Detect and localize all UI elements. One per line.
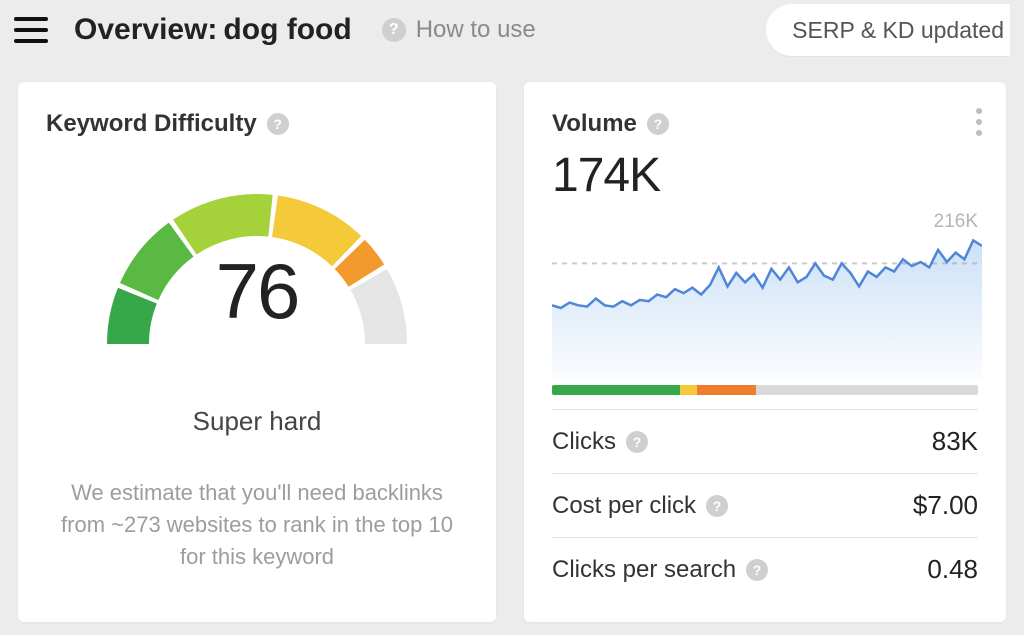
- stat-label: Clicks per search?: [552, 556, 768, 584]
- stat-label: Cost per click?: [552, 492, 728, 520]
- title-prefix: Overview:: [74, 13, 217, 47]
- volume-stats-list: Clicks? 83K Cost per click? $7.00 Clicks per…: [552, 409, 978, 601]
- stat-label: Clicks?: [552, 428, 648, 456]
- page-title: Overview: dog food: [74, 13, 352, 47]
- volume-card: Volume ? 174K 216K Clicks? 83K Cost per cl…: [524, 82, 1006, 622]
- stat-row: Clicks per search? 0.48: [552, 537, 978, 601]
- chart-max-label: 216K: [934, 211, 978, 233]
- help-icon: ?: [382, 18, 406, 42]
- volume-title: Volume ?: [552, 110, 978, 138]
- kd-gauge: 76: [97, 172, 417, 354]
- stat-value: $7.00: [913, 490, 978, 521]
- volume-chart: 216K: [552, 211, 978, 381]
- help-icon[interactable]: ?: [626, 431, 648, 453]
- keyword-difficulty-card: Keyword Difficulty ? 76 Super hard We es…: [18, 82, 496, 622]
- title-keyword: dog food: [223, 13, 351, 47]
- help-icon[interactable]: ?: [647, 113, 669, 135]
- how-to-use-label: How to use: [416, 16, 536, 44]
- menu-button[interactable]: [14, 17, 48, 43]
- volume-value: 174K: [552, 148, 978, 203]
- kd-rating: Super hard: [193, 406, 322, 437]
- stat-row: Clicks? 83K: [552, 409, 978, 473]
- kd-score: 76: [97, 252, 417, 330]
- stat-value: 83K: [932, 426, 978, 457]
- kd-description: We estimate that you'll need backlinks f…: [46, 477, 468, 573]
- stat-value: 0.48: [927, 554, 978, 585]
- help-icon[interactable]: ?: [746, 559, 768, 581]
- update-status-pill[interactable]: SERP & KD updated: [766, 4, 1010, 56]
- how-to-use-link[interactable]: ? How to use: [382, 16, 536, 44]
- difficulty-distribution-bar: [552, 385, 978, 395]
- help-icon[interactable]: ?: [267, 113, 289, 135]
- help-icon[interactable]: ?: [706, 495, 728, 517]
- update-status-label: SERP & KD updated: [792, 17, 1004, 44]
- kd-title: Keyword Difficulty ?: [46, 110, 468, 138]
- stat-row: Cost per click? $7.00: [552, 473, 978, 537]
- kebab-menu-button[interactable]: [976, 108, 982, 136]
